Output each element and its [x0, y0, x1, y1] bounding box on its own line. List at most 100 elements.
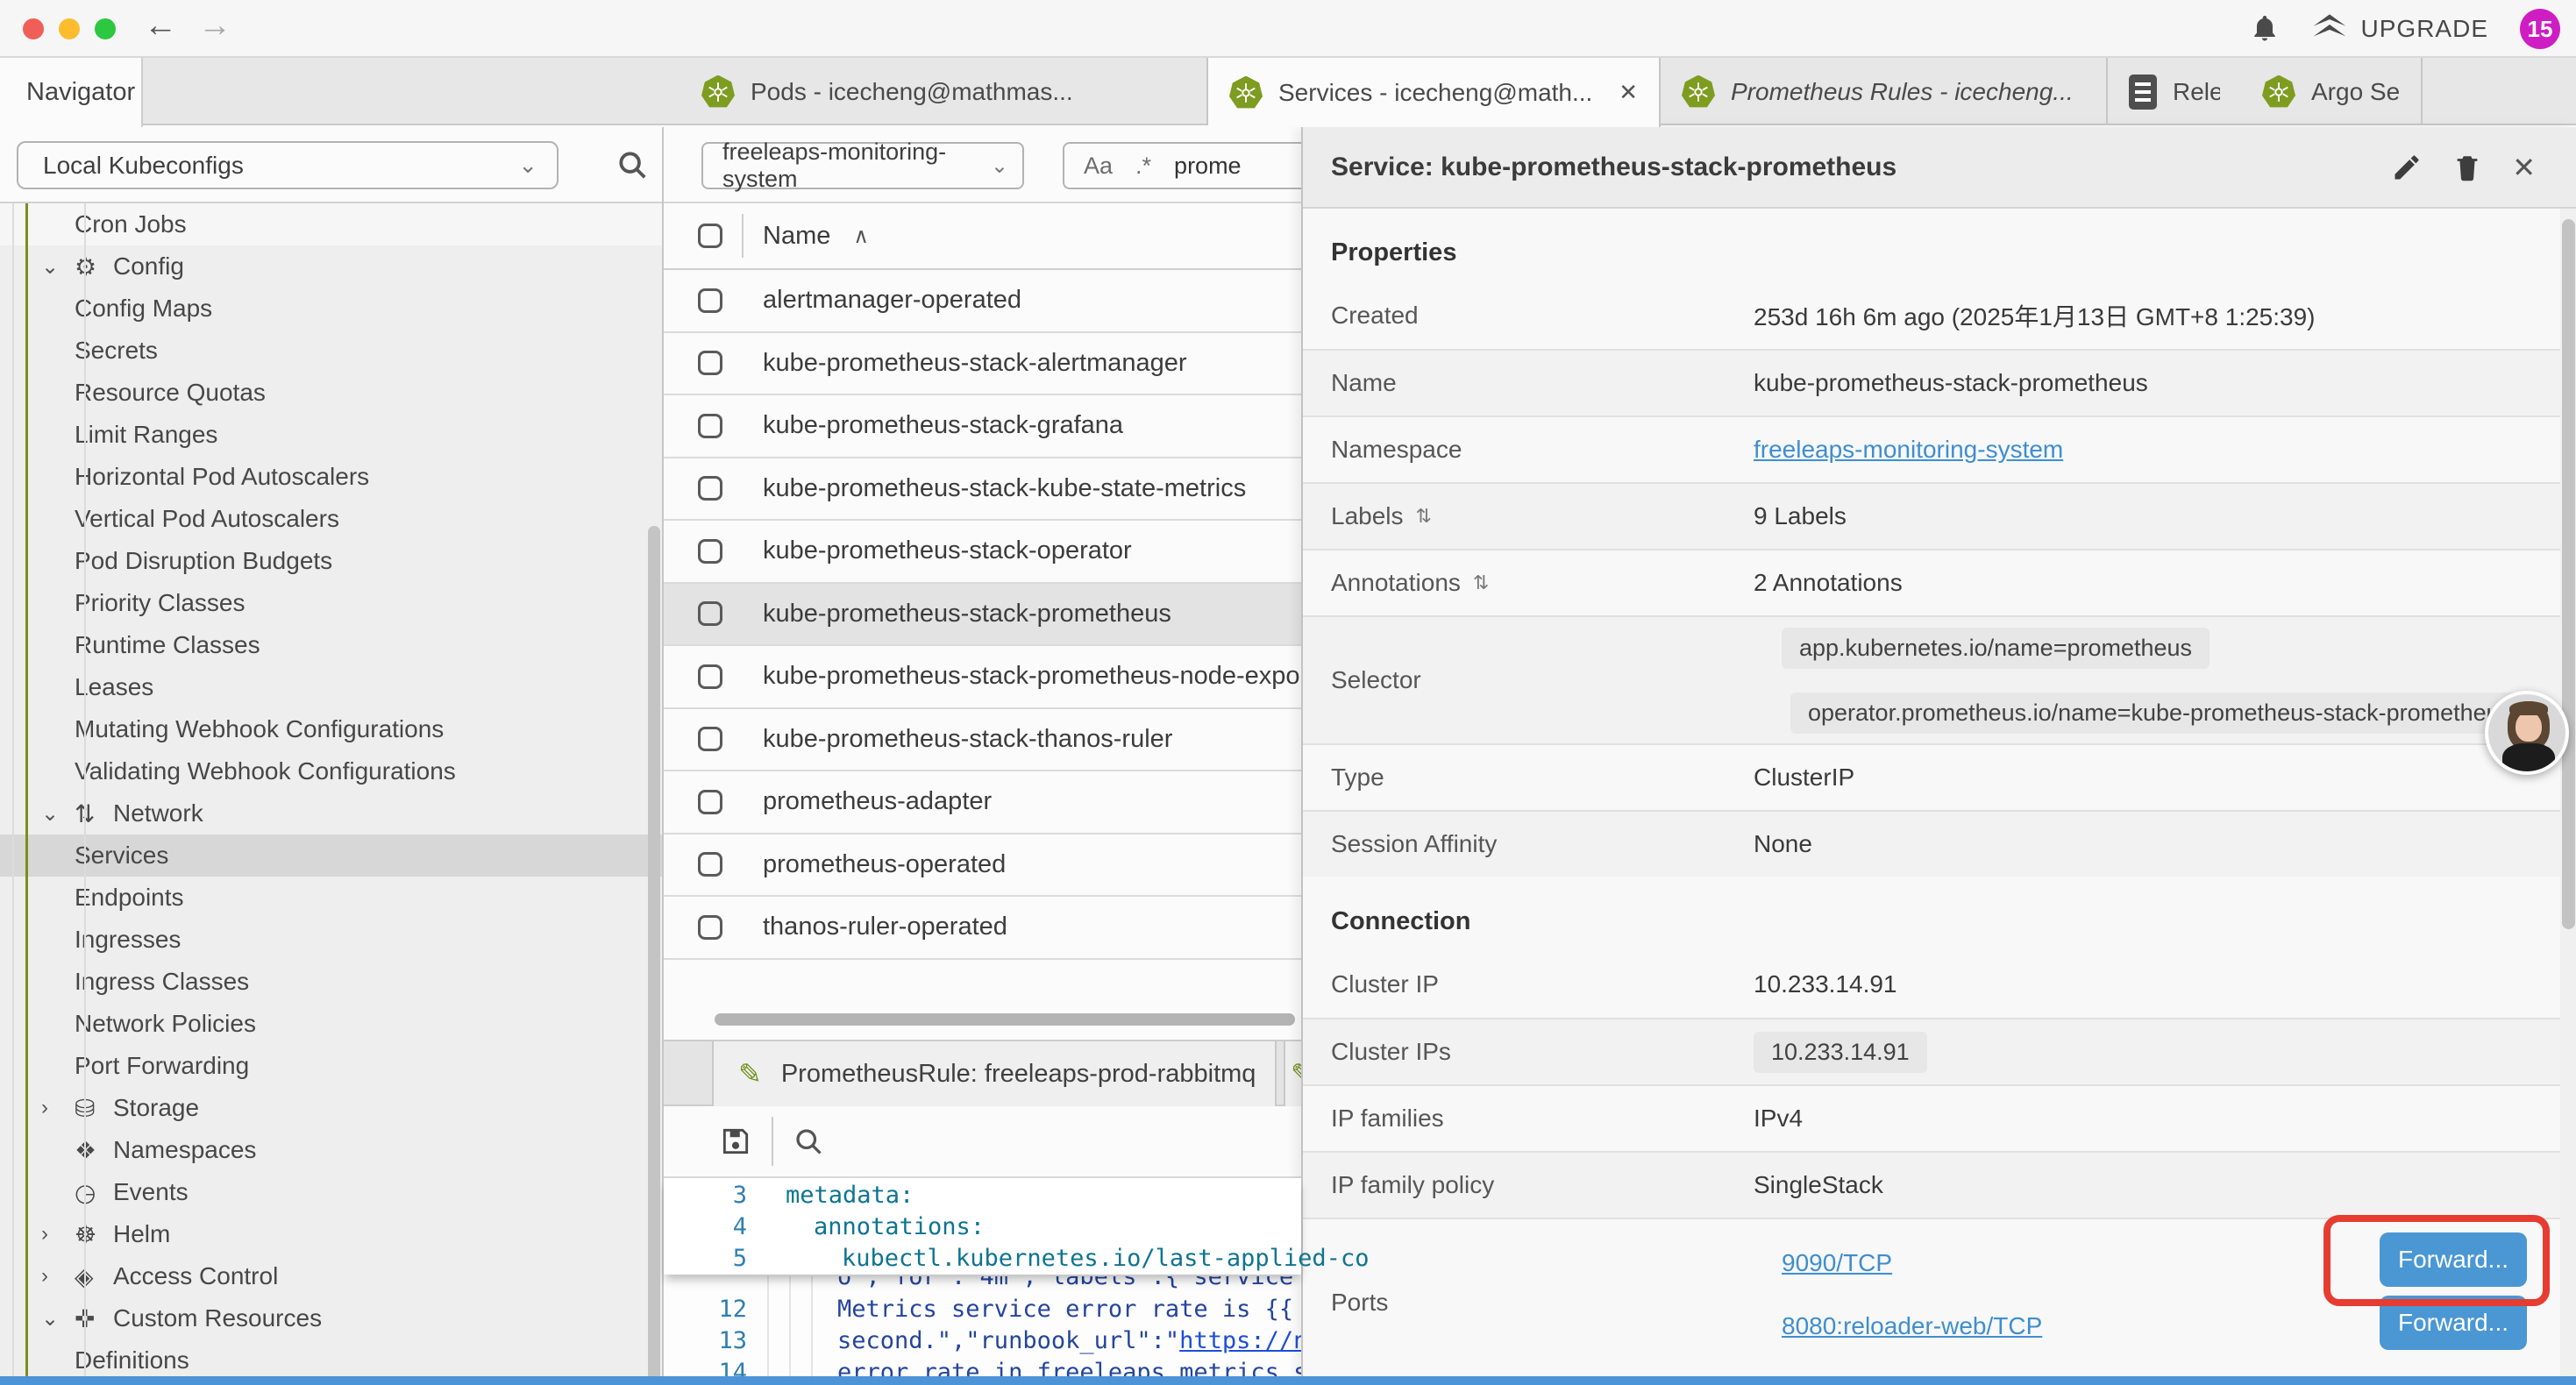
- sidebar-item[interactable]: › ◈ Access Control: [0, 1255, 662, 1297]
- window-minimize-button[interactable]: [59, 18, 80, 39]
- window-zoom-button[interactable]: [95, 18, 116, 39]
- name-column-header[interactable]: Name: [763, 222, 830, 251]
- delete-icon[interactable]: [2452, 152, 2482, 183]
- sidebar-item[interactable]: Network Policies: [0, 1003, 662, 1045]
- table-row[interactable]: kube-prometheus-stack-prometheus: [664, 584, 1301, 647]
- cluster-tab[interactable]: Argo Se: [2241, 58, 2423, 125]
- row-checkbox[interactable]: [698, 852, 722, 877]
- upgrade-button[interactable]: UPGRADE: [2312, 14, 2488, 44]
- sidebar-item[interactable]: Limit Ranges: [0, 414, 662, 456]
- sidebar-item[interactable]: Resource Quotas: [0, 372, 662, 414]
- close-icon[interactable]: ✕: [2512, 151, 2536, 184]
- sidebar-item[interactable]: Cron Jobs: [0, 203, 662, 245]
- row-checkbox[interactable]: [698, 664, 722, 689]
- sidebar-item[interactable]: Runtime Classes: [0, 624, 662, 666]
- sidebar-item[interactable]: Validating Webhook Configurations: [0, 750, 662, 792]
- cluster-tab[interactable]: Prometheus Rules - icecheng...: [1661, 58, 2108, 125]
- row-checkbox[interactable]: [698, 414, 722, 438]
- tab-label: Prometheus Rules - icecheng...: [1731, 78, 2074, 106]
- table-row[interactable]: kube-prometheus-stack-grafana: [664, 395, 1301, 458]
- sidebar-item[interactable]: Horizontal Pod Autoscalers: [0, 456, 662, 498]
- port-link-9090[interactable]: 9090/TCP: [1782, 1249, 1892, 1277]
- sidebar-item[interactable]: Port Forwarding: [0, 1045, 662, 1087]
- editor-tab-prometheusrule[interactable]: ✎ PrometheusRule: freeleaps-prod-rabbitm…: [712, 1041, 1277, 1106]
- namespace-filter-dropdown[interactable]: freeleaps-monitoring-system ⌄: [701, 142, 1024, 189]
- sidebar-item[interactable]: › ☸ Helm: [0, 1213, 662, 1255]
- row-checkbox[interactable]: [698, 539, 722, 564]
- table-row[interactable]: kube-prometheus-stack-thanos-ruler: [664, 709, 1301, 772]
- sidebar-item[interactable]: Secrets: [0, 330, 662, 372]
- forward-arrow-icon[interactable]: →: [198, 7, 231, 45]
- expand-toggle-icon[interactable]: ⇅: [1416, 505, 1432, 528]
- expand-toggle-icon[interactable]: ⇅: [1473, 572, 1489, 594]
- save-icon[interactable]: [719, 1125, 752, 1158]
- sidebar-item[interactable]: ◷ Events: [0, 1171, 662, 1213]
- sidebar-item[interactable]: Services: [0, 835, 662, 877]
- sort-ascending-icon[interactable]: ∧: [853, 224, 869, 249]
- sidebar-scrollbar[interactable]: [648, 526, 660, 1385]
- sidebar-item[interactable]: Config Maps: [0, 288, 662, 330]
- port-link-8080[interactable]: 8080:reloader-web/TCP: [1782, 1312, 2042, 1340]
- sidebar-item[interactable]: ⌄ ⇅ Network: [0, 792, 662, 835]
- sidebar-item[interactable]: Ingress Classes: [0, 961, 662, 1003]
- row-checkbox[interactable]: [698, 288, 722, 313]
- chevron-icon[interactable]: ⌄: [41, 801, 75, 827]
- sidebar-item[interactable]: Vertical Pod Autoscalers: [0, 498, 662, 540]
- yaml-editor[interactable]: o","for":"4m","labels":{"service":" 12 M…: [664, 1176, 1301, 1376]
- bell-icon[interactable]: [2249, 13, 2281, 45]
- row-checkbox[interactable]: [698, 476, 722, 501]
- kubeconfig-selector[interactable]: Local Kubeconfigs ⌄: [17, 141, 559, 189]
- regex-icon[interactable]: .*: [1135, 153, 1151, 180]
- row-checkbox[interactable]: [698, 790, 722, 814]
- editor-tab-partial[interactable]: ✎: [1284, 1041, 1301, 1106]
- row-checkbox[interactable]: [698, 727, 722, 751]
- table-row[interactable]: kube-prometheus-stack-operator: [664, 521, 1301, 584]
- namespace-link[interactable]: freeleaps-monitoring-system: [1754, 436, 2063, 464]
- chevron-icon[interactable]: ›: [41, 1096, 75, 1120]
- sidebar-item[interactable]: ⌄ ✜ Custom Resources: [0, 1297, 662, 1339]
- edit-icon[interactable]: [2391, 152, 2423, 183]
- sidebar-item[interactable]: Ingresses: [0, 919, 662, 961]
- table-row[interactable]: kube-prometheus-stack-alertmanager: [664, 333, 1301, 396]
- row-checkbox[interactable]: [698, 351, 722, 375]
- user-avatar[interactable]: [2485, 691, 2569, 775]
- sidebar-item[interactable]: Endpoints: [0, 877, 662, 919]
- sidebar-item[interactable]: ⌄ ⚙ Config: [0, 245, 662, 288]
- row-checkbox[interactable]: [698, 915, 722, 940]
- notification-badge[interactable]: 15: [2520, 9, 2560, 49]
- sidebar-item[interactable]: ❖ Namespaces: [0, 1129, 662, 1171]
- table-row[interactable]: thanos-ruler-operated: [664, 897, 1301, 960]
- close-icon[interactable]: ✕: [1619, 79, 1638, 106]
- cluster-tab[interactable]: Services - icecheng@math... ✕: [1208, 58, 1661, 127]
- service-name: alertmanager-operated: [763, 286, 1021, 315]
- sidebar-item[interactable]: Priority Classes: [0, 582, 662, 624]
- cluster-tab[interactable]: Release Notes: [2108, 58, 2241, 125]
- editor-search-icon[interactable]: [793, 1126, 824, 1157]
- match-case-icon[interactable]: Aa: [1084, 153, 1113, 180]
- chevron-icon[interactable]: ›: [41, 1222, 75, 1246]
- horizontal-scrollbar[interactable]: [715, 1013, 1295, 1026]
- sidebar-item[interactable]: Definitions: [0, 1339, 662, 1381]
- search-icon[interactable]: [616, 148, 649, 181]
- ip-families-value: IPv4: [1754, 1086, 1803, 1151]
- cluster-tab[interactable]: Pods - icecheng@mathmas...: [680, 58, 1208, 125]
- sidebar-item[interactable]: Mutating Webhook Configurations: [0, 708, 662, 750]
- table-row[interactable]: kube-prometheus-stack-prometheus-node-ex…: [664, 646, 1301, 709]
- sidebar-item[interactable]: › ⛁ Storage: [0, 1087, 662, 1129]
- sidebar-item[interactable]: Leases: [0, 666, 662, 708]
- table-row[interactable]: prometheus-adapter: [664, 771, 1301, 835]
- row-checkbox[interactable]: [698, 601, 722, 626]
- back-arrow-icon[interactable]: ←: [144, 7, 177, 45]
- list-search-input[interactable]: Aa .* prome: [1063, 142, 1301, 189]
- sidebar-item[interactable]: Pod Disruption Budgets: [0, 540, 662, 582]
- navigator-tab[interactable]: Navigator: [0, 58, 143, 127]
- chevron-icon[interactable]: ›: [41, 1264, 75, 1289]
- window-close-button[interactable]: [23, 18, 44, 39]
- chevron-icon[interactable]: ⌄: [41, 254, 75, 280]
- table-row[interactable]: kube-prometheus-stack-kube-state-metrics: [664, 458, 1301, 522]
- detail-scrollbar-thumb[interactable]: [2562, 219, 2575, 929]
- table-row[interactable]: prometheus-operated: [664, 835, 1301, 898]
- table-row[interactable]: alertmanager-operated: [664, 270, 1301, 333]
- chevron-icon[interactable]: ⌄: [41, 1306, 75, 1332]
- select-all-checkbox[interactable]: [698, 224, 722, 248]
